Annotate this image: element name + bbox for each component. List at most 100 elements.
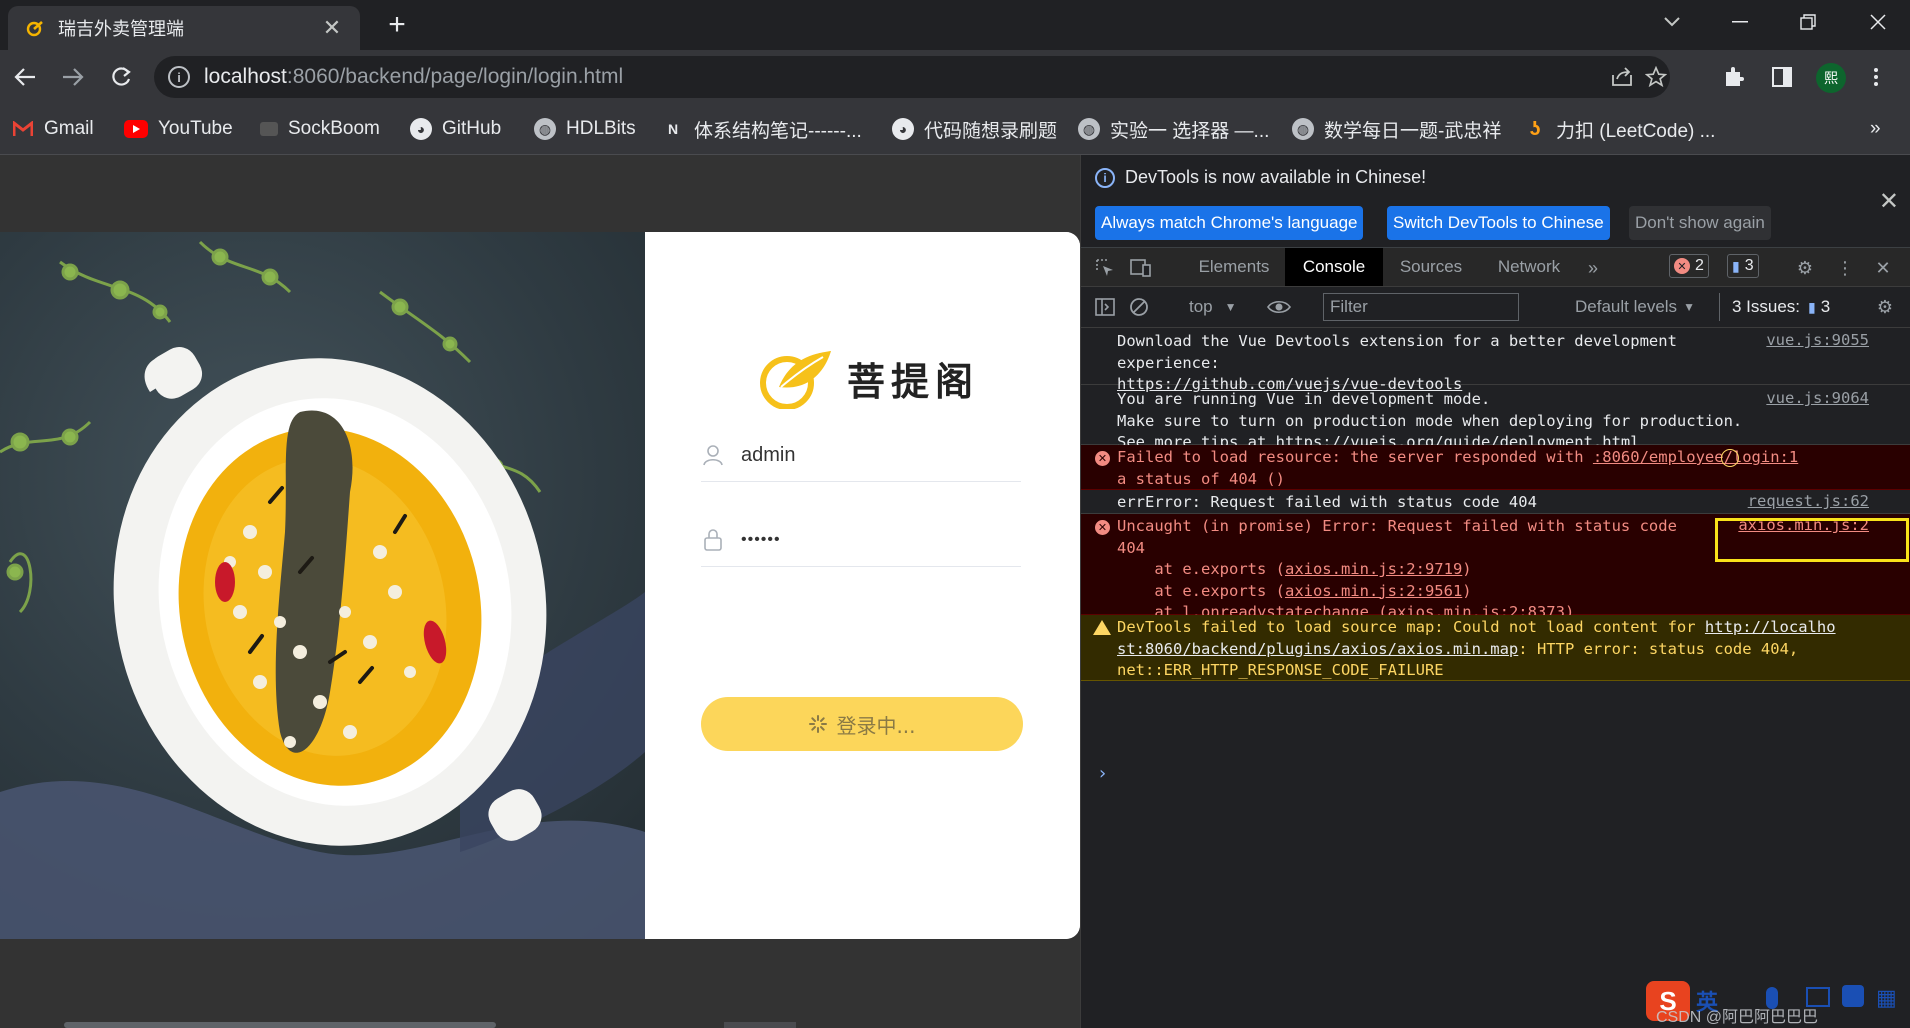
clear-console-icon[interactable] <box>1127 295 1151 319</box>
stack-link[interactable]: axios.min.js:2:9561 <box>1285 582 1462 600</box>
stack-link[interactable]: axios.min.js:2:9719 <box>1285 560 1462 578</box>
tab-sources[interactable]: Sources <box>1383 248 1479 286</box>
bookmark-selector-lab[interactable]: ◍ 实验一 选择器 —... <box>1078 116 1269 142</box>
restore-button[interactable] <box>1780 0 1836 44</box>
settings-gear-icon[interactable]: ⚙ <box>1793 256 1817 280</box>
toolbox-grid-icon[interactable]: ▦ <box>1876 985 1897 1011</box>
bookmark-gmail[interactable]: Gmail <box>12 116 94 142</box>
username-value[interactable]: admin <box>741 444 795 467</box>
microphone-icon[interactable] <box>1766 987 1778 1009</box>
forward-button[interactable] <box>56 60 90 94</box>
devtools-tabbar: Elements Console Sources Network » ✕ 2 ▮ 3… <box>1081 248 1910 287</box>
bookmarks-overflow-button[interactable]: » <box>1870 116 1881 142</box>
console-message: You are running Vue in development mode.… <box>1081 385 1910 451</box>
new-tab-button[interactable]: + <box>382 8 412 41</box>
close-window-button[interactable] <box>1850 0 1906 44</box>
login-form: 菩提阁 admin •••••• 登录中... <box>645 232 1080 939</box>
extensions-icon[interactable] <box>1720 63 1748 91</box>
bookmark-star-icon[interactable] <box>1644 65 1668 89</box>
log-levels-dropdown[interactable]: Default levels ▼ <box>1575 293 1695 321</box>
tab-strip: 瑞吉外卖管理端 ✕ + <box>0 0 1910 50</box>
brand-logo: 菩提阁 <box>757 347 979 409</box>
csdn-watermark: CSDN @阿巴阿巴巴巴 <box>1656 1009 1819 1026</box>
url-text[interactable]: localhost:8060/backend/page/login/login.… <box>204 65 623 89</box>
inspect-element-icon[interactable] <box>1093 256 1117 280</box>
address-bar[interactable]: i localhost:8060/backend/page/login/logi… <box>154 56 1670 98</box>
sidebar-toggle-icon[interactable] <box>1093 295 1117 319</box>
brand-name: 菩提阁 <box>847 359 980 404</box>
profile-avatar[interactable]: 熙 <box>1816 63 1846 93</box>
dont-show-again-button[interactable]: Don't show again <box>1629 206 1771 240</box>
horizontal-scrollbar-track[interactable] <box>724 1022 796 1028</box>
tab-search-button[interactable] <box>1644 0 1700 44</box>
bookmark-github[interactable]: ◕ GitHub <box>410 116 501 142</box>
youtube-icon <box>124 120 148 138</box>
minimize-button[interactable] <box>1712 0 1768 44</box>
live-expression-eye-icon[interactable] <box>1267 295 1291 319</box>
console-settings-icon[interactable]: ⚙ <box>1873 295 1897 319</box>
banner-close-icon[interactable]: ✕ <box>1879 187 1899 216</box>
password-value[interactable]: •••••• <box>741 531 781 549</box>
browser-tab[interactable]: 瑞吉外卖管理端 ✕ <box>8 6 360 50</box>
bookmark-leetcode-notes[interactable]: ◕ 代码随想录刷题 <box>892 116 1057 142</box>
more-menu-icon[interactable] <box>1862 63 1890 91</box>
switch-to-chinese-button[interactable]: Switch DevTools to Chinese <box>1387 206 1610 240</box>
console-link[interactable]: :8060/employee/login:1 <box>1593 448 1798 466</box>
highlight-box <box>1715 518 1909 562</box>
back-arrow-icon <box>14 68 35 86</box>
console-link[interactable]: http://localho <box>1705 618 1836 636</box>
leaf-logo-icon <box>760 351 831 409</box>
share-icon[interactable] <box>1610 65 1634 89</box>
side-panel-icon[interactable] <box>1768 63 1796 91</box>
console-link[interactable]: st:8060/backend/plugins/axios/axios.min.… <box>1117 640 1518 658</box>
devtools-close-icon[interactable]: ✕ <box>1871 256 1895 280</box>
source-link[interactable]: vue.js:9055 <box>1766 331 1869 349</box>
message-icon: ▮ <box>1732 257 1740 274</box>
page-viewport: 菩提阁 admin •••••• 登录中... <box>0 155 1080 1028</box>
devtools-menu-icon[interactable]: ⋮ <box>1833 256 1857 280</box>
source-link[interactable]: vue.js:9064 <box>1766 389 1869 407</box>
site-info-icon[interactable]: i <box>168 66 190 88</box>
console-filter-bar: top ▼ Filter Default levels ▼ 3 Issues: ▮ … <box>1081 287 1910 328</box>
gmail-icon <box>12 118 34 140</box>
message-count-badge[interactable]: ▮ 3 <box>1727 254 1759 278</box>
bookmark-math-daily[interactable]: ◍ 数学每日一题-武忠祥 <box>1292 116 1501 142</box>
device-toolbar-icon[interactable] <box>1129 256 1153 280</box>
bookmark-sockboom[interactable]: SockBoom <box>260 116 380 142</box>
reload-button[interactable] <box>104 60 138 94</box>
issues-button[interactable]: 3 Issues: ▮ 3 <box>1719 293 1830 321</box>
network-request-icon[interactable] <box>1721 449 1739 467</box>
error-count-badge[interactable]: ✕ 2 <box>1669 254 1709 278</box>
bookmark-youtube[interactable]: YouTube <box>124 116 233 142</box>
skin-icon[interactable] <box>1842 985 1864 1007</box>
always-match-language-button[interactable]: Always match Chrome's language <box>1095 206 1364 240</box>
source-link[interactable]: request.js:62 <box>1748 492 1869 510</box>
username-field[interactable]: admin <box>701 429 1021 482</box>
bookmark-leetcode[interactable]: ʖ 力扣 (LeetCode) ... <box>1524 116 1715 142</box>
password-field[interactable]: •••••• <box>701 514 1021 567</box>
login-button[interactable]: 登录中... <box>701 697 1023 751</box>
leetcode-icon: ʖ <box>1529 117 1541 140</box>
console-prompt[interactable]: › <box>1097 763 1108 784</box>
context-selector[interactable]: top ▼ <box>1189 293 1237 321</box>
bookmark-hdlbits[interactable]: ◍ HDLBits <box>534 116 636 142</box>
github-icon: ◕ <box>410 118 432 140</box>
tab-elements[interactable]: Elements <box>1183 248 1285 286</box>
sockboom-icon <box>260 122 278 136</box>
globe-icon: ◍ <box>1292 118 1314 140</box>
tab-network[interactable]: Network <box>1479 248 1579 286</box>
console-filter-input[interactable]: Filter <box>1323 293 1519 321</box>
globe-icon: ◍ <box>1078 118 1100 140</box>
keyboard-icon[interactable] <box>1806 987 1830 1007</box>
tab-close-icon[interactable]: ✕ <box>320 15 344 40</box>
bookmark-notes[interactable]: N 体系结构笔记------... <box>662 116 862 142</box>
language-banner: i DevTools is now available in Chinese! A… <box>1081 155 1910 248</box>
tab-console[interactable]: Console <box>1285 248 1383 286</box>
back-button[interactable] <box>8 60 42 94</box>
more-tabs-icon[interactable]: » <box>1581 256 1605 280</box>
horizontal-scrollbar[interactable] <box>64 1022 496 1028</box>
food-image <box>0 232 645 939</box>
ime-toolbar: S 英 CSDN @阿巴阿巴巴巴 ▦ <box>1646 975 1910 1028</box>
issues-message-icon: ▮ <box>1808 298 1816 315</box>
close-icon <box>1870 14 1886 30</box>
